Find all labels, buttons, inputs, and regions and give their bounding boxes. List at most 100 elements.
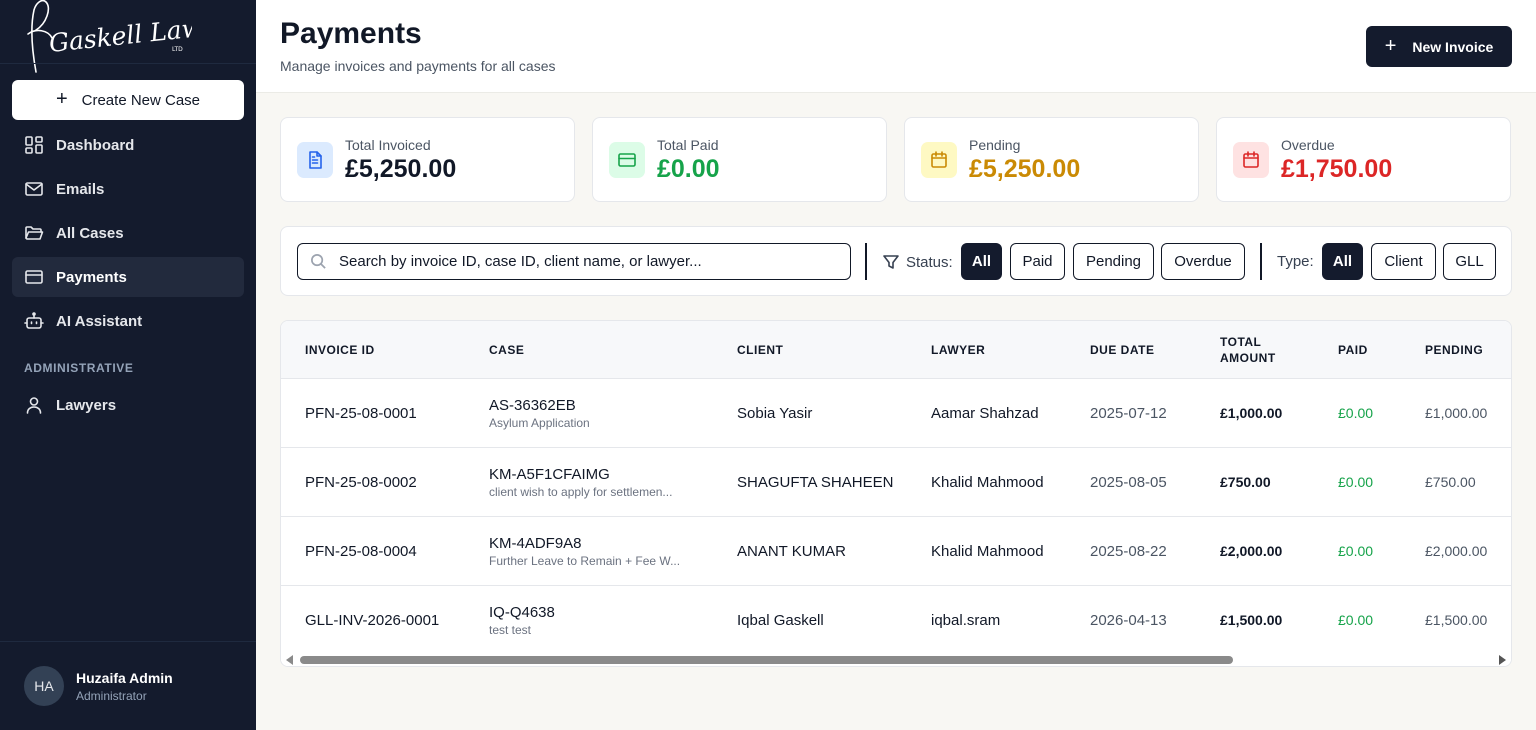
client-name: SHAGUFTA SHAHEEN bbox=[737, 473, 894, 491]
invoice-id: PFN-25-08-0001 bbox=[305, 404, 417, 422]
stat-value: £0.00 bbox=[657, 155, 720, 183]
new-invoice-label: New Invoice bbox=[1412, 38, 1494, 55]
column-header-invoice-id[interactable]: INVOICE ID bbox=[305, 321, 375, 379]
paid-amount: £0.00 bbox=[1338, 612, 1374, 628]
case-id[interactable]: AS-36362EB bbox=[489, 397, 590, 414]
stat-card-overdue: Overdue £1,750.00 bbox=[1216, 117, 1511, 202]
sidebar-item-label: Dashboard bbox=[56, 136, 135, 154]
scrollbar-thumb[interactable] bbox=[300, 656, 1233, 664]
sidebar-item-ai-assistant[interactable]: AI Assistant bbox=[12, 301, 244, 341]
pending-amount: £2,000.00 bbox=[1425, 543, 1488, 559]
sidebar-item-payments[interactable]: Payments bbox=[12, 257, 244, 297]
pending-amount: £750.00 bbox=[1425, 474, 1476, 490]
sidebar-item-label: Payments bbox=[56, 268, 127, 286]
column-header-paid[interactable]: PAID bbox=[1338, 321, 1368, 379]
scroll-left-icon[interactable] bbox=[286, 655, 293, 665]
paid-amount: £0.00 bbox=[1338, 543, 1374, 559]
stat-card-pending: Pending £5,250.00 bbox=[904, 117, 1199, 202]
folder-icon bbox=[25, 226, 44, 240]
paid-amount: £0.00 bbox=[1338, 405, 1374, 421]
case-cell: KM-A5F1CFAIMG client wish to apply for s… bbox=[489, 448, 672, 516]
sidebar-item-emails[interactable]: Emails bbox=[12, 169, 244, 209]
stat-card-total-paid: Total Paid £0.00 bbox=[592, 117, 887, 202]
case-id[interactable]: KM-A5F1CFAIMG bbox=[489, 466, 672, 483]
due-date: 2026-04-13 bbox=[1090, 611, 1167, 629]
user-name: Huzaifa Admin bbox=[76, 670, 173, 686]
stat-label: Total Invoiced bbox=[345, 137, 431, 153]
scroll-right-icon[interactable] bbox=[1499, 655, 1506, 665]
column-header-client[interactable]: CLIENT bbox=[737, 321, 783, 379]
due-date: 2025-07-12 bbox=[1090, 404, 1167, 422]
svg-text:Gaskell Law: Gaskell Law bbox=[48, 13, 192, 58]
case-id[interactable]: IQ-Q4638 bbox=[489, 604, 555, 621]
search-input[interactable] bbox=[339, 253, 839, 270]
case-description: test test bbox=[489, 622, 532, 637]
client-name: ANANT KUMAR bbox=[737, 542, 846, 560]
pending-amount: £1,500.00 bbox=[1425, 612, 1488, 628]
stat-label: Overdue bbox=[1281, 137, 1335, 153]
invoices-table: INVOICE ID CASE CLIENT LAWYER DUE DATE T… bbox=[280, 320, 1512, 667]
sidebar-item-all-cases[interactable]: All Cases bbox=[12, 213, 244, 253]
column-header-total-amount[interactable]: TOTAL AMOUNT bbox=[1220, 321, 1300, 379]
new-invoice-button[interactable]: + New Invoice bbox=[1366, 26, 1512, 67]
stat-value: £5,250.00 bbox=[969, 155, 1081, 183]
case-cell: AS-36362EB Asylum Application bbox=[489, 379, 590, 447]
invoice-id: PFN-25-08-0002 bbox=[305, 473, 417, 491]
column-header-case[interactable]: CASE bbox=[489, 321, 524, 379]
filter-icon bbox=[883, 255, 899, 269]
status-filter-overdue[interactable]: Overdue bbox=[1161, 243, 1245, 280]
credit-card-icon bbox=[25, 270, 43, 284]
divider bbox=[1260, 243, 1262, 280]
calendar-icon bbox=[1233, 142, 1269, 178]
status-filter-all[interactable]: All bbox=[961, 243, 1002, 280]
table-row[interactable]: PFN-25-08-0004 KM-4ADF9A8 Further Leave … bbox=[281, 517, 1511, 586]
sidebar-item-lawyers[interactable]: Lawyers bbox=[12, 385, 244, 425]
sidebar-divider bbox=[0, 641, 256, 642]
paid-amount: £0.00 bbox=[1338, 474, 1374, 490]
bot-icon bbox=[24, 312, 44, 329]
user-role: Administrator bbox=[76, 689, 147, 703]
type-filter-label: Type: bbox=[1277, 253, 1314, 270]
page-header: Payments Manage invoices and payments fo… bbox=[256, 0, 1536, 93]
divider bbox=[865, 243, 867, 280]
stat-label: Pending bbox=[969, 137, 1021, 153]
administrative-section-label: ADMINISTRATIVE bbox=[24, 361, 134, 375]
document-icon bbox=[297, 142, 333, 178]
column-header-due-date[interactable]: DUE DATE bbox=[1090, 321, 1154, 379]
calendar-icon bbox=[921, 142, 957, 178]
sidebar: Gaskell Law LTD + Create New Case Dashbo… bbox=[0, 0, 256, 730]
table-row[interactable]: PFN-25-08-0002 KM-A5F1CFAIMG client wish… bbox=[281, 448, 1511, 517]
user-icon bbox=[26, 397, 42, 414]
lawyer-name: Khalid Mahmood bbox=[931, 473, 1044, 491]
stat-label: Total Paid bbox=[657, 137, 719, 153]
case-description: Further Leave to Remain + Fee W... bbox=[489, 553, 681, 568]
avatar[interactable]: HA bbox=[24, 666, 64, 706]
column-header-lawyer[interactable]: LAWYER bbox=[931, 321, 985, 379]
horizontal-scrollbar[interactable] bbox=[281, 652, 1511, 666]
status-filter-paid[interactable]: Paid bbox=[1010, 243, 1065, 280]
total-amount: £1,000.00 bbox=[1220, 405, 1283, 421]
filter-bar: Status: All Paid Pending Overdue Type: A… bbox=[280, 226, 1512, 296]
type-filter-gll[interactable]: GLL bbox=[1443, 243, 1496, 280]
sidebar-item-dashboard[interactable]: Dashboard bbox=[12, 125, 244, 165]
type-filter-client[interactable]: Client bbox=[1371, 243, 1436, 280]
page-title: Payments bbox=[280, 17, 422, 50]
search-icon bbox=[311, 254, 326, 269]
case-description: client wish to apply for settlemen... bbox=[489, 484, 673, 499]
client-name: Sobia Yasir bbox=[737, 404, 813, 422]
create-new-case-label: Create New Case bbox=[81, 91, 201, 109]
table-row[interactable]: PFN-25-08-0001 AS-36362EB Asylum Applica… bbox=[281, 379, 1511, 448]
search-box[interactable] bbox=[297, 243, 851, 280]
invoice-id: GLL-INV-2026-0001 bbox=[305, 611, 440, 629]
sidebar-divider bbox=[0, 63, 256, 64]
create-new-case-button[interactable]: + Create New Case bbox=[12, 80, 244, 120]
column-header-pending[interactable]: PENDING bbox=[1425, 321, 1483, 379]
case-id[interactable]: KM-4ADF9A8 bbox=[489, 535, 680, 552]
sidebar-item-label: Emails bbox=[56, 180, 105, 198]
status-filter-pending[interactable]: Pending bbox=[1073, 243, 1154, 280]
sidebar-item-label: AI Assistant bbox=[56, 312, 143, 330]
type-filter-all[interactable]: All bbox=[1322, 243, 1363, 280]
total-amount: £750.00 bbox=[1220, 474, 1271, 490]
total-amount: £2,000.00 bbox=[1220, 543, 1283, 559]
table-row[interactable]: GLL-INV-2026-0001 IQ-Q4638 test test Iqb… bbox=[281, 586, 1511, 655]
